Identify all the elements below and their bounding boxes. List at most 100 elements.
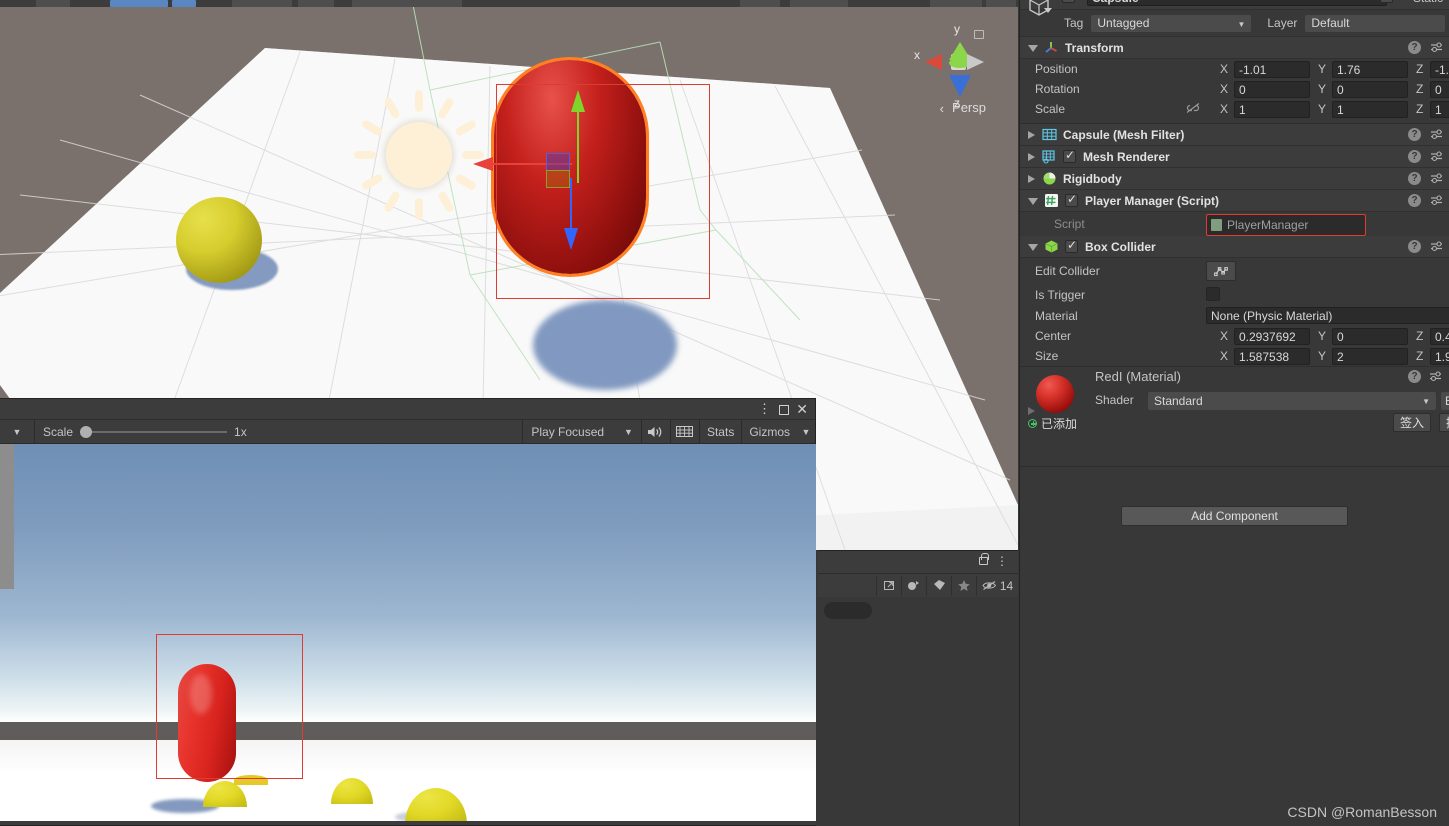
scale-slider[interactable] xyxy=(80,425,228,439)
toolbar-button-8[interactable] xyxy=(790,0,848,7)
physic-material-row[interactable]: Material None (Physic Material) xyxy=(1020,306,1449,326)
shader-dropdown[interactable]: Standard ▼ xyxy=(1148,392,1436,410)
scale-x-field[interactable]: 1 xyxy=(1234,100,1310,118)
is-trigger-row[interactable]: Is Trigger xyxy=(1020,284,1449,306)
toolbar-button-7[interactable] xyxy=(740,0,780,7)
component-header-player-manager[interactable]: Player Manager (Script) ? xyxy=(1020,190,1449,212)
gizmo-plane-xy-handle[interactable] xyxy=(546,153,570,171)
favorite-star-icon[interactable] xyxy=(951,575,976,596)
shader-edit-button[interactable]: Edi xyxy=(1441,392,1449,410)
tag-dropdown[interactable]: Untagged ▼ xyxy=(1091,14,1252,32)
help-icon[interactable]: ? xyxy=(1408,194,1421,207)
toolbar-button-1[interactable] xyxy=(36,0,70,7)
stats-button[interactable]: Stats xyxy=(698,419,741,444)
edit-collider-row[interactable]: Edit Collider xyxy=(1020,258,1449,284)
help-icon[interactable]: ? xyxy=(1408,150,1421,163)
foldout-open-icon[interactable] xyxy=(1028,45,1038,52)
rotation-x-field[interactable]: 0 xyxy=(1234,80,1310,98)
help-icon[interactable]: ? xyxy=(1408,128,1421,141)
close-icon[interactable]: ✕ xyxy=(796,402,808,417)
hidden-objects-count[interactable]: 14 xyxy=(976,575,1018,596)
tag-layer-row[interactable]: Tag Untagged ▼ Layer Default xyxy=(1020,10,1449,37)
add-component-button[interactable]: Add Component xyxy=(1121,506,1348,526)
project-panel-toolbar[interactable]: 14 xyxy=(818,573,1018,619)
project-panel-strip[interactable]: ⋮ 14 xyxy=(818,550,1018,826)
gizmo-y-axis[interactable] xyxy=(577,105,579,183)
gizmo-lock-icon[interactable] xyxy=(974,30,984,39)
projection-mode-label[interactable]: Persp xyxy=(952,100,986,115)
gizmo-neg-x-cone-icon[interactable] xyxy=(967,54,984,70)
toolbar-button-4[interactable] xyxy=(232,0,292,7)
kebab-menu-icon[interactable]: ⋮ xyxy=(996,555,1008,567)
layer-dropdown[interactable]: Default xyxy=(1305,14,1446,32)
toolbar-button-5[interactable] xyxy=(298,0,334,7)
toolbar-play-button[interactable] xyxy=(110,0,168,7)
component-settings-icon[interactable] xyxy=(1430,172,1444,186)
gizmo-z-axis[interactable] xyxy=(570,178,572,232)
tag-icon[interactable] xyxy=(926,575,951,596)
transform-position-row[interactable]: Position X -1.01 Y 1.76 Z -1.14 xyxy=(1020,59,1449,79)
component-header-transform[interactable]: Transform ? xyxy=(1020,37,1449,59)
foldout-open-icon[interactable] xyxy=(1028,198,1038,205)
component-enabled-checkbox[interactable] xyxy=(1063,148,1076,163)
component-header-box-collider[interactable]: Box Collider ? xyxy=(1020,236,1449,258)
search-input[interactable] xyxy=(824,602,872,619)
gizmos-button[interactable]: Gizmos xyxy=(741,419,797,444)
game-view-window[interactable]: ⋮ ✕ ▼ Scale 1x Play Focused ▼ Stats Gizm… xyxy=(0,398,816,826)
gizmo-z-cone-icon[interactable] xyxy=(949,75,971,97)
toolbar-button-9[interactable] xyxy=(930,0,982,7)
toolbar-pause-button[interactable] xyxy=(172,0,196,7)
scene-sphere-object[interactable] xyxy=(176,197,262,283)
foldout-closed-icon[interactable] xyxy=(1028,152,1035,161)
rotation-vector3[interactable]: X 0 Y 0 Z 0 xyxy=(1220,80,1449,98)
position-z-field[interactable]: -1.14 xyxy=(1430,60,1449,78)
component-settings-icon[interactable] xyxy=(1430,194,1444,208)
game-render-surface[interactable] xyxy=(0,444,816,825)
open-external-icon[interactable] xyxy=(876,575,901,596)
center-x-field[interactable]: 0.2937692 xyxy=(1234,327,1310,345)
help-icon[interactable]: ? xyxy=(1408,172,1421,185)
static-checkbox[interactable] xyxy=(1380,0,1393,3)
position-y-field[interactable]: 1.76 xyxy=(1332,60,1408,78)
component-settings-icon[interactable] xyxy=(1430,128,1444,142)
game-view-titlebar[interactable]: ⋮ ✕ xyxy=(0,399,815,420)
transform-rotation-row[interactable]: Rotation X 0 Y 0 Z 0 xyxy=(1020,79,1449,99)
component-settings-icon[interactable] xyxy=(1430,150,1444,164)
position-x-field[interactable]: -1.01 xyxy=(1234,60,1310,78)
maximize-icon[interactable] xyxy=(779,405,789,415)
gizmo-x-arrow[interactable] xyxy=(473,157,493,171)
component-enabled-checkbox[interactable] xyxy=(1065,238,1078,253)
component-settings-icon[interactable] xyxy=(1430,240,1444,254)
foldout-open-icon[interactable] xyxy=(1028,244,1038,251)
toolbar-button-10[interactable] xyxy=(986,0,1016,7)
position-vector3[interactable]: X -1.01 Y 1.76 Z -1.14 xyxy=(1220,60,1449,78)
gizmos-dropdown-caret-icon[interactable]: ▼ xyxy=(797,420,815,444)
center-vector3[interactable]: X 0.2937692 Y 0 Z 0.482217 xyxy=(1220,327,1449,345)
gizmo-plane-xz-handle[interactable] xyxy=(546,170,570,188)
help-icon[interactable]: ? xyxy=(1408,370,1421,383)
aspect-grid-icon[interactable] xyxy=(669,419,699,444)
component-settings-icon[interactable] xyxy=(1429,370,1443,384)
scale-y-field[interactable]: 1 xyxy=(1332,100,1408,118)
collider-center-row[interactable]: Center X 0.2937692 Y 0 Z 0.482217 xyxy=(1020,326,1449,346)
component-header-mesh-filter[interactable]: Capsule (Mesh Filter) ? xyxy=(1020,124,1449,146)
component-header-rigidbody[interactable]: Rigidbody ? xyxy=(1020,168,1449,190)
size-x-field[interactable]: 1.587538 xyxy=(1234,347,1310,365)
foldout-closed-icon[interactable] xyxy=(1028,130,1035,139)
directional-light-icon[interactable] xyxy=(352,88,486,222)
transform-scale-row[interactable]: Scale X 1 Y 1 Z 1 xyxy=(1020,99,1449,119)
script-property-row[interactable]: Script PlayerManager xyxy=(1020,212,1449,236)
game-view-toolbar[interactable]: ▼ Scale 1x Play Focused ▼ Stats Gizmos ▼ xyxy=(0,419,815,444)
center-z-field[interactable]: 0.482217 xyxy=(1430,327,1449,345)
gizmo-x-cone-icon[interactable] xyxy=(925,54,942,70)
rotation-y-field[interactable]: 0 xyxy=(1332,80,1408,98)
play-mode-dropdown[interactable]: Play Focused ▼ xyxy=(522,419,641,444)
project-panel-body[interactable] xyxy=(818,597,1018,826)
scale-link-broken-icon[interactable] xyxy=(1186,102,1200,117)
material-inspector-block[interactable]: RedI (Material) ? Shader Standard ▼ Edi … xyxy=(1020,366,1449,466)
kebab-menu-icon[interactable]: ⋮ xyxy=(758,402,771,416)
vcs-checkin-button[interactable]: 签入 xyxy=(1392,413,1431,432)
paint-icon[interactable] xyxy=(901,575,926,596)
toolbar-button-6[interactable] xyxy=(352,0,462,7)
scale-z-field[interactable]: 1 xyxy=(1430,100,1449,118)
